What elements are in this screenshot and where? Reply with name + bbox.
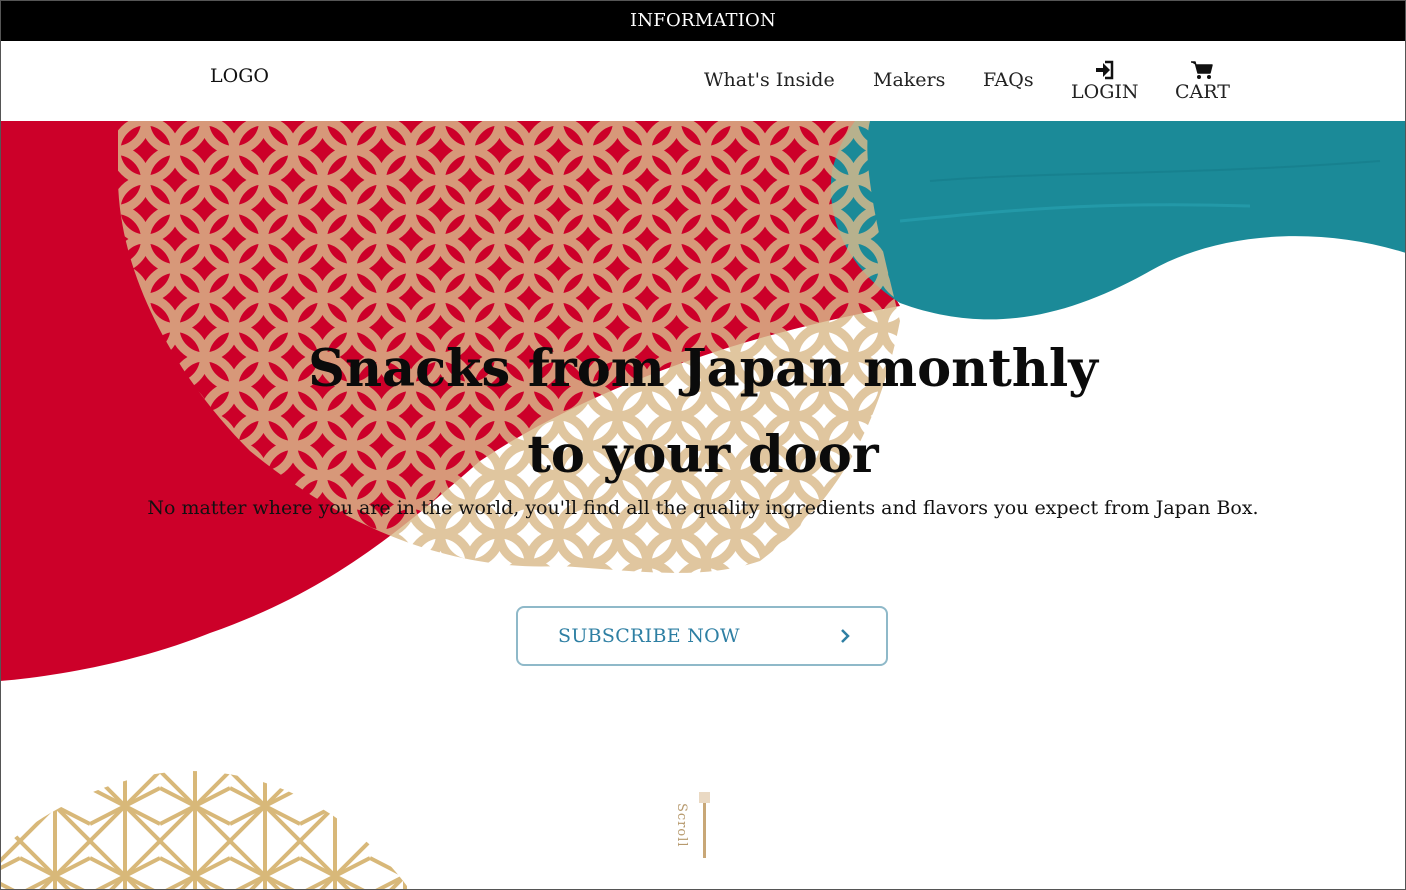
scroll-label: Scroll [674,803,689,848]
shopping-cart-icon [1191,61,1213,79]
cart-link[interactable]: CART [1175,59,1230,103]
information-text: INFORMATION [630,10,776,31]
login-link[interactable]: LOGIN [1071,59,1139,103]
login-label: LOGIN [1071,81,1139,103]
hero-headline-line2: to your door [527,425,879,485]
information-bar[interactable]: INFORMATION [0,0,1406,41]
nav-link-faqs[interactable]: FAQs [983,69,1034,91]
scroll-handle [699,792,710,803]
cart-label: CART [1175,81,1230,103]
sign-in-icon [1096,60,1114,80]
hero-headline-line1: Snacks from Japan monthly [308,339,1098,399]
nav-link-whats-inside[interactable]: What's Inside [704,69,835,91]
subscribe-now-button[interactable]: SUBSCRIBE NOW [516,606,888,666]
scroll-indicator[interactable]: Scroll [672,789,722,889]
hero-section: Snacks from Japan monthly to your door N… [0,121,1406,890]
chevron-right-icon [841,629,850,643]
top-navigation: LOGO What's Inside Makers FAQs LOGIN CAR… [0,41,1406,121]
nav-link-makers[interactable]: Makers [873,69,945,91]
hero-subtext: No matter where you are in the world, yo… [147,497,1259,519]
subscribe-now-label: SUBSCRIBE NOW [558,625,740,647]
site-logo[interactable]: LOGO [210,65,269,87]
